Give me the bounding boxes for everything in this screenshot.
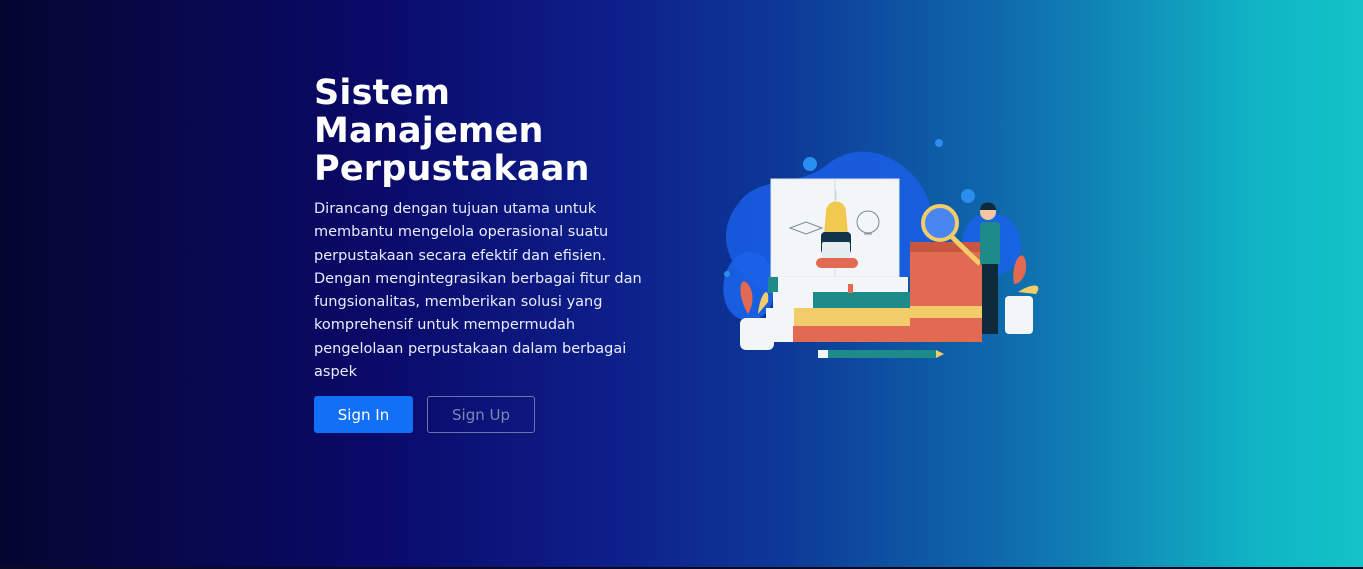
description-line: komprehensif untuk mempermudah — [314, 317, 576, 334]
description-line: Dengan mengintegrasikan berbagai fitur d… — [314, 270, 642, 287]
man-hair — [980, 202, 996, 210]
bubble — [961, 189, 975, 203]
description-line: fungsionalitas, memberikan solusi yang — [314, 294, 603, 311]
hero-description: Dirancang dengan tujuan utama untuk memb… — [314, 198, 659, 384]
pencil — [818, 350, 936, 358]
page-title: Sistem Manajemen Perpustakaan — [314, 74, 659, 188]
title-line: Perpustakaan — [314, 149, 590, 189]
tall-book-spine — [910, 242, 982, 252]
sign-up-button[interactable]: Sign Up — [427, 396, 535, 434]
bubble — [724, 271, 730, 277]
tall-book-stripe — [910, 306, 982, 318]
magnifier-lens — [921, 204, 959, 242]
girl-legs — [816, 258, 858, 268]
title-line: Sistem — [314, 73, 451, 113]
laptop — [822, 242, 850, 260]
man-legs — [982, 264, 998, 334]
description-line: aspek — [314, 364, 357, 381]
man-shirt — [980, 222, 1000, 266]
library-books-illustration — [723, 139, 1039, 358]
book — [768, 277, 908, 293]
book — [773, 326, 793, 342]
plant-pot — [1005, 296, 1033, 334]
book — [768, 277, 778, 293]
sign-in-button[interactable]: Sign In — [314, 396, 413, 434]
book — [773, 292, 813, 308]
auth-buttons: Sign In Sign Up — [314, 396, 659, 434]
bubble — [935, 139, 943, 147]
title-line: Manajemen — [314, 111, 544, 151]
hero-section: Sistem Manajemen Perpustakaan Dirancang … — [0, 0, 1363, 569]
hero-text-block: Sistem Manajemen Perpustakaan Dirancang … — [314, 74, 659, 434]
description-line: pengelolaan perpustakaan dalam berbagai — [314, 340, 627, 357]
plant-leaf — [1018, 285, 1039, 294]
bubble — [803, 157, 817, 171]
library-illustration — [718, 134, 1054, 370]
book — [773, 326, 923, 342]
bookmark — [848, 284, 853, 293]
description-line: membantu mengelola operasional suatu — [314, 224, 609, 241]
plant-pot — [740, 318, 774, 350]
girl-hair — [824, 201, 848, 234]
description-line: Dirancang dengan tujuan utama untuk — [314, 201, 597, 217]
description-line: perpustakaan secara efektif dan efisien. — [314, 247, 607, 264]
